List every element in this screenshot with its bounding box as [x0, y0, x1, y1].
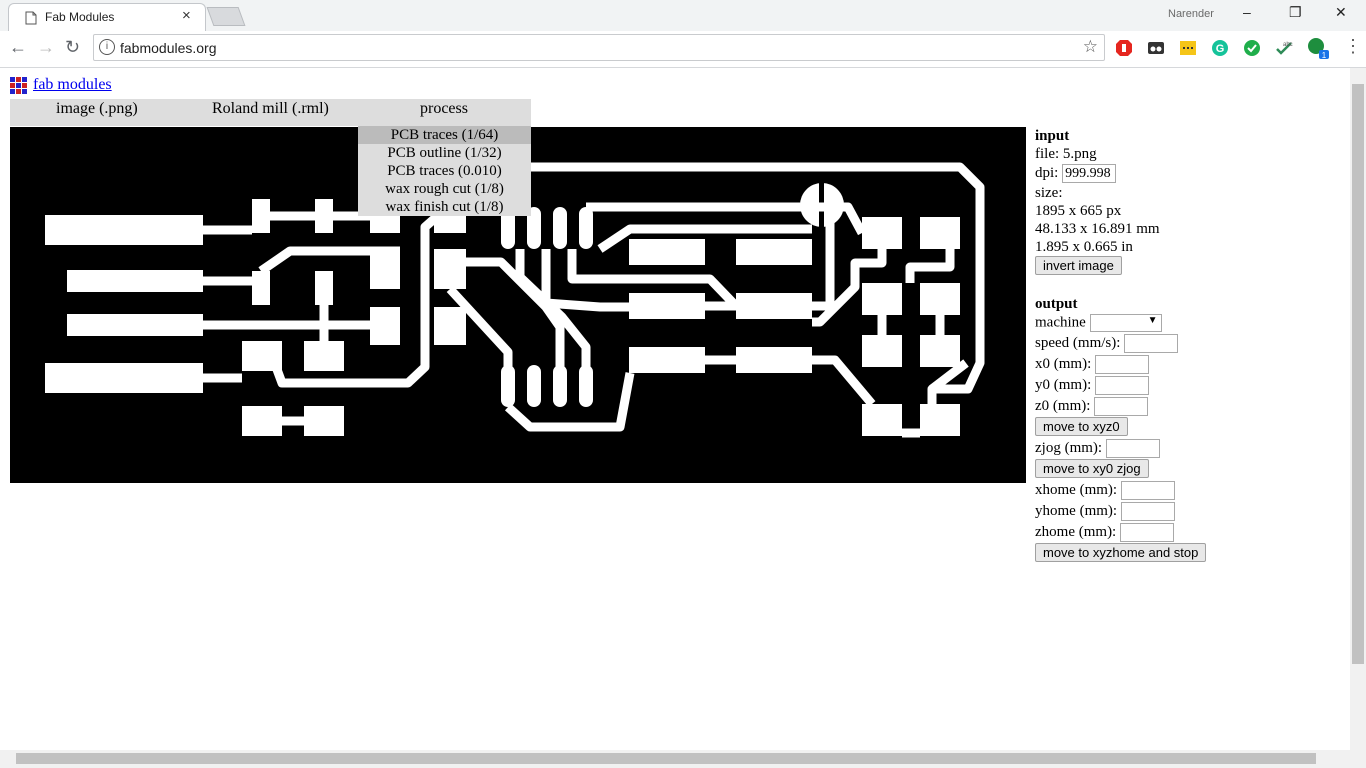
- process-dropdown: PCB traces (1/64) PCB outline (1/32) PCB…: [358, 126, 531, 216]
- browser-tab[interactable]: Fab Modules ×: [8, 3, 206, 31]
- output-format-menu[interactable]: Roland mill (.rml): [212, 100, 329, 118]
- process-option[interactable]: wax rough cut (1/8): [358, 180, 531, 198]
- bookmark-star-icon[interactable]: ☆: [1083, 37, 1098, 57]
- zjog-label: zjog (mm):: [1035, 439, 1103, 456]
- profile-name[interactable]: Narender: [1168, 8, 1214, 20]
- xhome-input[interactable]: [1120, 481, 1175, 500]
- tab-close-icon[interactable]: ×: [182, 7, 191, 24]
- glasses-extension-icon[interactable]: [1147, 39, 1165, 57]
- x0-label: x0 (mm):: [1035, 355, 1092, 372]
- xhome-row: xhome (mm):: [1035, 481, 1175, 501]
- adblock-extension-icon[interactable]: [1115, 39, 1133, 57]
- browser-toolbar: ← → ↻ i fabmodules.org ☆ G abc 1 ⋮: [0, 31, 1366, 68]
- vertical-scrollbar[interactable]: [1350, 68, 1366, 750]
- fab-modules-link[interactable]: fab modules: [33, 76, 112, 94]
- horizontal-scroll-thumb[interactable]: [16, 753, 1316, 764]
- zjog-row: zjog (mm):: [1035, 439, 1160, 459]
- url-text[interactable]: fabmodules.org: [120, 40, 217, 56]
- tab-title: Fab Modules: [45, 10, 115, 24]
- svg-text:1: 1: [1322, 51, 1327, 60]
- new-tab-button[interactable]: [206, 7, 246, 26]
- move-to-xy0-zjog-button[interactable]: move to xy0 zjog: [1035, 459, 1149, 478]
- y0-label: y0 (mm):: [1035, 376, 1092, 393]
- svg-text:G: G: [1216, 43, 1225, 55]
- yhome-input[interactable]: [1120, 502, 1175, 521]
- y0-input[interactable]: [1095, 376, 1149, 395]
- move-to-xyzhome-button[interactable]: move to xyzhome and stop: [1035, 543, 1207, 562]
- invert-image-button[interactable]: invert image: [1035, 256, 1122, 275]
- x0-input[interactable]: [1095, 355, 1149, 374]
- back-icon[interactable]: ←: [9, 37, 27, 58]
- horizontal-scrollbar[interactable]: [0, 750, 1366, 768]
- process-option[interactable]: wax finish cut (1/8): [358, 198, 531, 216]
- svg-text:abc: abc: [1283, 42, 1293, 48]
- dpi-label: dpi:: [1035, 164, 1059, 181]
- spellcheck-extension-icon[interactable]: abc: [1275, 39, 1293, 57]
- process-option[interactable]: PCB traces (1/64): [358, 126, 531, 144]
- page-icon: [25, 11, 37, 28]
- file-info: file: 5.png: [1035, 146, 1097, 162]
- page-content: fab modules image (.png) Roland mill (.r…: [0, 68, 1350, 750]
- xhome-label: xhome (mm):: [1035, 481, 1118, 498]
- speed-label: speed (mm/s):: [1035, 334, 1121, 351]
- process-option[interactable]: PCB traces (0.010): [358, 162, 531, 180]
- z0-row: z0 (mm):: [1035, 397, 1149, 417]
- process-option[interactable]: PCB outline (1/32): [358, 144, 531, 162]
- address-bar[interactable]: i fabmodules.org ☆: [93, 34, 1105, 61]
- browser-tab-strip: Fab Modules × Narender – ❐ ✕: [0, 0, 1366, 32]
- machine-row: machine ▼: [1035, 314, 1162, 334]
- machine-select[interactable]: ▼: [1089, 314, 1162, 332]
- dpi-input[interactable]: [1062, 164, 1117, 183]
- restore-icon[interactable]: ❐: [1289, 4, 1302, 21]
- y0-row: y0 (mm):: [1035, 376, 1149, 396]
- forward-icon[interactable]: →: [37, 37, 55, 58]
- dpi-row: dpi:: [1035, 164, 1117, 184]
- input-format-menu[interactable]: image (.png): [56, 100, 138, 118]
- input-heading: input: [1035, 128, 1070, 144]
- account-extension-icon[interactable]: 1: [1307, 37, 1331, 61]
- size-mm: 48.133 x 16.891 mm: [1035, 221, 1160, 237]
- reload-icon[interactable]: ↻: [65, 37, 80, 58]
- size-label: size:: [1035, 185, 1063, 201]
- zhome-row: zhome (mm):: [1035, 523, 1174, 543]
- speed-row: speed (mm/s):: [1035, 334, 1179, 354]
- zhome-label: zhome (mm):: [1035, 523, 1117, 540]
- browser-menu-icon[interactable]: ⋮: [1344, 36, 1362, 57]
- process-menu[interactable]: process: [420, 100, 468, 118]
- vertical-scroll-thumb[interactable]: [1352, 84, 1364, 664]
- z0-input[interactable]: [1094, 397, 1149, 416]
- machine-label: machine: [1035, 314, 1086, 331]
- zjog-input[interactable]: [1105, 439, 1160, 458]
- module-menu-bar: image (.png) Roland mill (.rml) process: [10, 99, 531, 126]
- minimize-icon[interactable]: –: [1243, 4, 1251, 20]
- move-to-xyz0-button[interactable]: move to xyz0: [1035, 417, 1128, 436]
- output-heading: output: [1035, 296, 1078, 312]
- info-icon[interactable]: i: [99, 39, 115, 55]
- check-extension-icon[interactable]: [1243, 39, 1261, 57]
- z0-label: z0 (mm):: [1035, 397, 1091, 414]
- yhome-row: yhome (mm):: [1035, 502, 1175, 522]
- zhome-input[interactable]: [1119, 523, 1174, 542]
- fab-modules-logo-icon: [10, 77, 27, 94]
- notes-extension-icon[interactable]: [1179, 39, 1197, 57]
- window-close-icon[interactable]: ✕: [1335, 4, 1347, 21]
- speed-input[interactable]: [1124, 334, 1179, 353]
- x0-row: x0 (mm):: [1035, 355, 1149, 375]
- yhome-label: yhome (mm):: [1035, 502, 1118, 519]
- grammarly-extension-icon[interactable]: G: [1211, 39, 1229, 57]
- dropdown-arrow-icon: ▼: [1147, 315, 1158, 326]
- size-px: 1895 x 665 px: [1035, 203, 1122, 219]
